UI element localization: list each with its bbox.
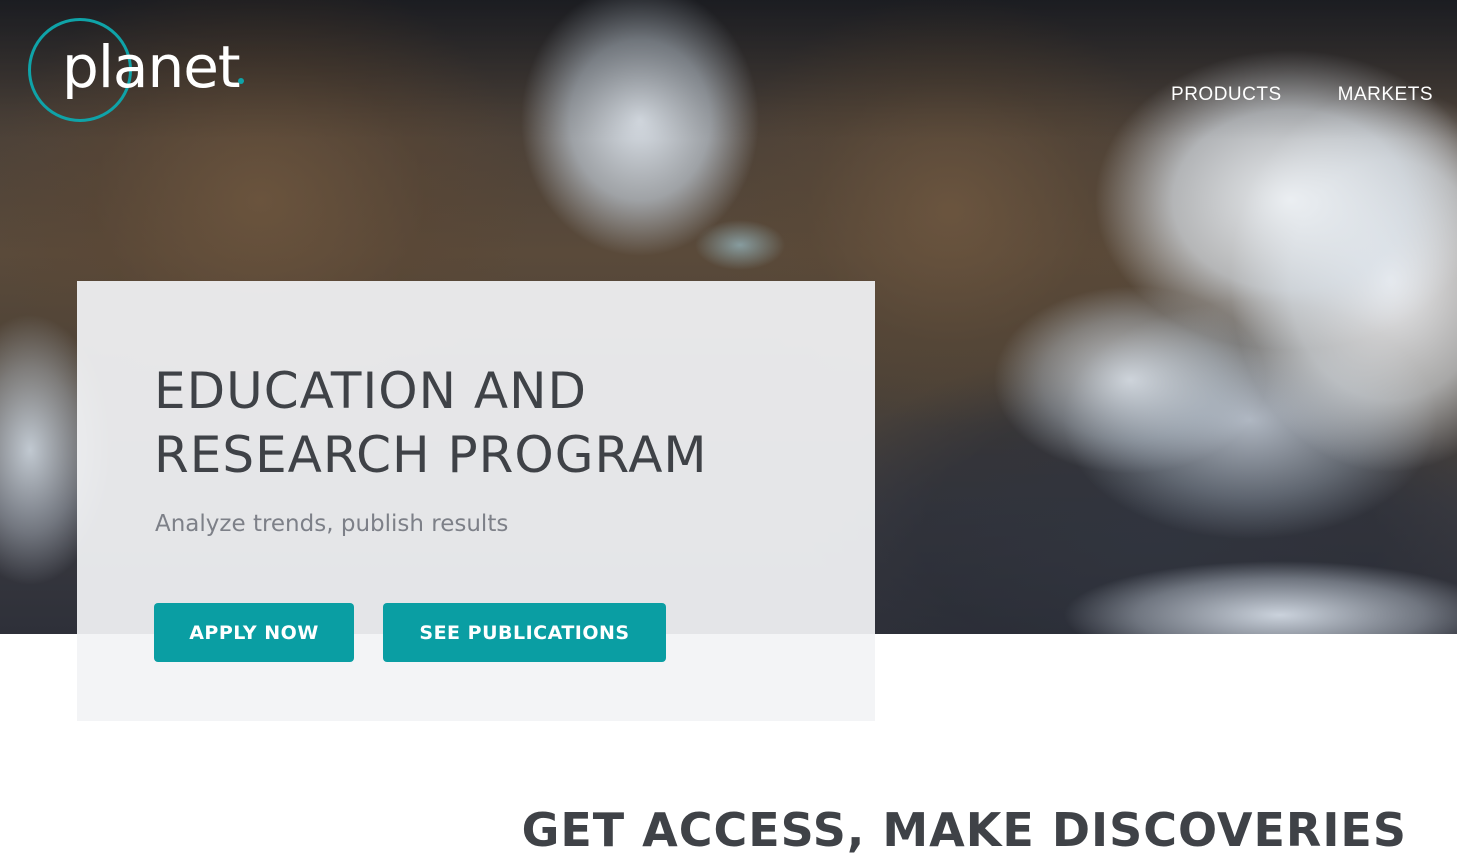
page-title-line1: EDUCATION AND (154, 362, 587, 420)
logo-dot-icon (238, 78, 244, 84)
logo-wordmark: planet (62, 33, 241, 101)
main-nav: PRODUCTS MARKETS (1171, 84, 1433, 106)
apply-now-button[interactable]: APPLY NOW (154, 603, 354, 662)
hero-card: EDUCATION AND RESEARCH PROGRAM Analyze t… (77, 281, 875, 721)
page-title-line2: RESEARCH PROGRAM (154, 426, 708, 484)
nav-link-products[interactable]: PRODUCTS (1171, 84, 1282, 106)
nav-link-markets[interactable]: MARKETS (1338, 84, 1433, 106)
see-publications-button[interactable]: SEE PUBLICATIONS (383, 603, 666, 662)
planet-logo[interactable]: planet (28, 18, 258, 128)
page-title: EDUCATION AND RESEARCH PROGRAM (154, 359, 854, 487)
section-heading: GET ACCESS, MAKE DISCOVERIES (521, 803, 1407, 857)
page-subtitle: Analyze trends, publish results (155, 511, 509, 537)
